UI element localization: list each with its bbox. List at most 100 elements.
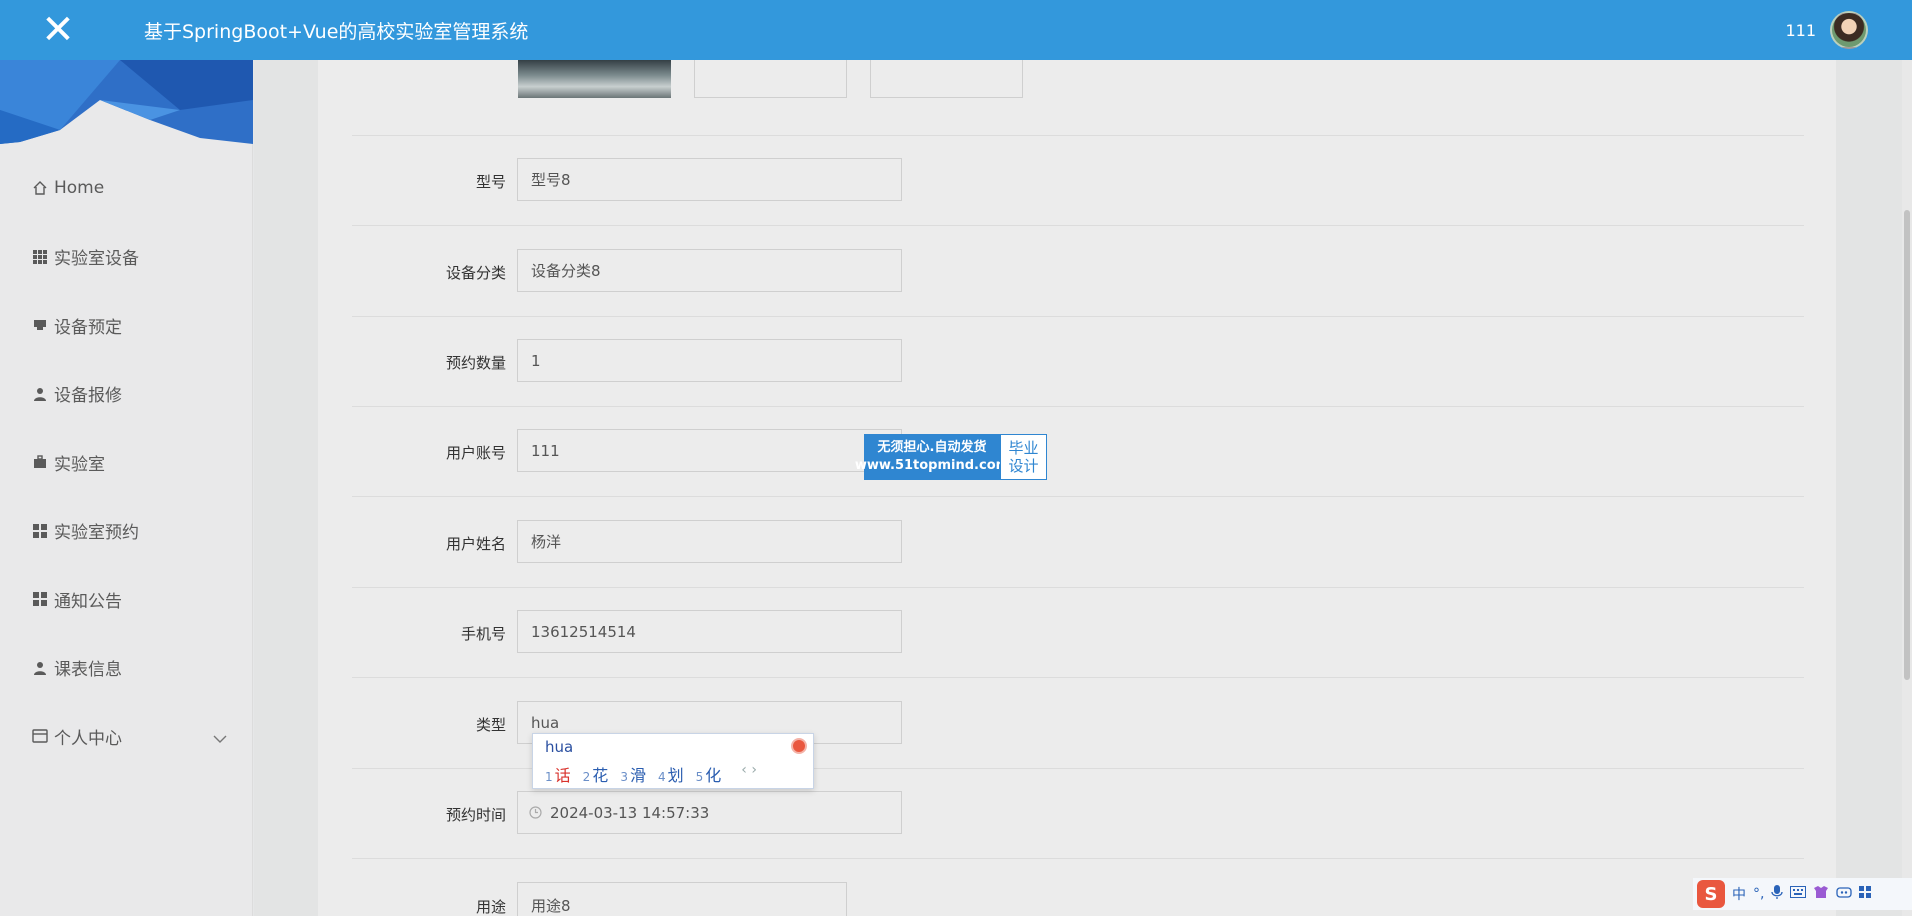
form-label: 型号 xyxy=(475,172,506,191)
sidebar-item-personal-center[interactable]: 个人中心 xyxy=(0,702,253,771)
ime-page-arrows[interactable]: ‹ › xyxy=(741,762,757,786)
form-label: 用户账号 xyxy=(445,443,506,462)
sidebar-nav: Home 实验室设备 设备预定 设备报修 实验室 实验室预约 通知公告 课表信息… xyxy=(0,154,253,771)
image-upload-slot[interactable] xyxy=(694,60,847,98)
sidebar-item-home[interactable]: Home xyxy=(0,154,253,223)
briefcase-icon xyxy=(32,454,48,470)
candidate-number: 1 xyxy=(545,770,553,784)
user-icon xyxy=(32,660,48,676)
sidebar-item-label: Home xyxy=(54,178,105,199)
equipment-image[interactable] xyxy=(518,60,671,98)
cup-icon xyxy=(32,317,48,333)
form-row-account: 用户账号 111 xyxy=(352,407,1804,497)
watermark-text: 毕业 xyxy=(1008,439,1039,457)
ime-candidate[interactable]: 3滑 xyxy=(620,762,646,786)
app-title: 基于SpringBoot+Vue的高校实验室管理系统 xyxy=(144,20,529,43)
scrollbar-thumb[interactable] xyxy=(1904,210,1910,680)
ime-candidate[interactable]: 1话 xyxy=(545,762,571,786)
ime-logo-icon[interactable] xyxy=(791,738,807,754)
watermark-side: 毕业 设计 xyxy=(1000,434,1047,480)
punctuation-toggle[interactable]: °, xyxy=(1753,886,1764,902)
ime-candidate-window: hua 1话 2花 3滑 4划 5化 ‹ › xyxy=(532,733,814,789)
sidebar: Home 实验室设备 设备预定 设备报修 实验室 实验室预约 通知公告 课表信息… xyxy=(0,60,253,916)
candidate-text: 花 xyxy=(592,766,609,785)
toolbox-icon[interactable] xyxy=(1836,886,1853,902)
quantity-field[interactable]: 1 xyxy=(517,339,902,382)
microphone-icon[interactable] xyxy=(1771,884,1784,904)
sidebar-item-label: 个人中心 xyxy=(54,728,122,749)
ime-composition: hua xyxy=(545,738,574,756)
watermark-main: 无须担心.自动发货 www.51topmind.com xyxy=(855,434,1009,480)
sidebar-item-label: 通知公告 xyxy=(54,591,122,612)
sidebar-item-equipment-booking[interactable]: 设备预定 xyxy=(0,291,253,360)
date-field[interactable]: 2024-03-13 14:57:33 xyxy=(517,791,902,834)
ime-candidate[interactable]: 5化 xyxy=(696,762,722,786)
sidebar-item-label: 课表信息 xyxy=(54,660,122,681)
form-label: 预约数量 xyxy=(445,353,506,372)
sidebar-item-label: 设备报修 xyxy=(54,386,122,407)
form-label: 预约时间 xyxy=(445,805,506,824)
sidebar-item-label: 实验室预约 xyxy=(54,523,139,544)
sidebar-item-label: 设备预定 xyxy=(54,317,122,338)
form-row-image xyxy=(352,60,1804,136)
grid-icon xyxy=(32,249,48,265)
image-upload-slot[interactable] xyxy=(870,60,1023,98)
grid-menu-icon[interactable] xyxy=(1859,886,1872,902)
sidebar-item-lab-booking[interactable]: 实验室预约 xyxy=(0,497,253,566)
home-icon xyxy=(32,180,48,196)
keyboard-icon[interactable] xyxy=(1790,886,1807,902)
user-icon xyxy=(32,386,48,402)
watermark: 无须担心.自动发货 www.51topmind.com 毕业 设计 xyxy=(855,434,1047,480)
sidebar-item-lab-equipment[interactable]: 实验室设备 xyxy=(0,223,253,292)
candidate-text: 划 xyxy=(667,766,684,785)
form-label: 手机号 xyxy=(460,624,506,643)
chevron-down-icon[interactable] xyxy=(213,729,227,749)
model-field[interactable]: 型号8 xyxy=(517,158,902,201)
watermark-text: 设计 xyxy=(1008,457,1039,475)
form-row-category: 设备分类 设备分类8 xyxy=(352,227,1804,317)
skin-icon[interactable] xyxy=(1813,885,1829,903)
form-row-phone: 手机号 13612514514 xyxy=(352,588,1804,678)
sidebar-item-equipment-repair[interactable]: 设备报修 xyxy=(0,360,253,429)
candidate-text: 化 xyxy=(705,766,722,785)
lang-toggle[interactable]: 中 xyxy=(1732,884,1746,904)
form-row-usage: 用途 用途8 xyxy=(352,860,1804,916)
form-label: 类型 xyxy=(475,715,506,734)
ime-candidate[interactable]: 4划 xyxy=(658,762,684,786)
card-icon xyxy=(32,728,48,744)
account-field[interactable]: 111 xyxy=(517,429,902,472)
watermark-text: 无须担心.自动发货 xyxy=(877,440,987,455)
sogou-logo-icon[interactable]: S xyxy=(1697,880,1725,908)
date-value: 2024-03-13 14:57:33 xyxy=(550,803,710,822)
ime-candidate[interactable]: 2花 xyxy=(583,762,609,786)
sidebar-item-schedule[interactable]: 课表信息 xyxy=(0,634,253,703)
close-icon: ✕ xyxy=(41,7,75,53)
clock-icon xyxy=(529,806,542,819)
form-label: 设备分类 xyxy=(445,263,506,282)
sidebar-item-label: 实验室 xyxy=(54,454,105,475)
sidebar-banner xyxy=(0,60,253,144)
user-area[interactable]: 111 xyxy=(1785,0,1868,60)
category-field[interactable]: 设备分类8 xyxy=(517,249,902,292)
watermark-url: www.51topmind.com xyxy=(854,458,1010,473)
candidate-text: 话 xyxy=(554,766,571,785)
sidebar-item-lab[interactable]: 实验室 xyxy=(0,428,253,497)
candidate-text: 滑 xyxy=(629,766,646,785)
phone-field[interactable]: 13612514514 xyxy=(517,610,902,653)
form-label: 用途 xyxy=(475,898,506,916)
usage-textarea[interactable]: 用途8 xyxy=(517,882,847,916)
candidate-number: 2 xyxy=(582,770,591,784)
grid-icon xyxy=(32,591,48,607)
form-row-quantity: 预约数量 1 xyxy=(352,317,1804,407)
grid-icon xyxy=(32,523,48,539)
close-button[interactable]: ✕ xyxy=(0,0,116,60)
form-row-model: 型号 型号8 xyxy=(352,136,1804,226)
name-field[interactable]: 杨洋 xyxy=(517,520,902,563)
form-row-name: 用户姓名 杨洋 xyxy=(352,498,1804,588)
candidate-number: 5 xyxy=(695,770,704,784)
top-header: ✕ 基于SpringBoot+Vue的高校实验室管理系统 111 xyxy=(0,0,1912,60)
sidebar-item-notices[interactable]: 通知公告 xyxy=(0,565,253,634)
sidebar-item-label: 实验室设备 xyxy=(54,249,139,270)
avatar[interactable] xyxy=(1830,11,1868,49)
user-name: 111 xyxy=(1785,20,1816,40)
